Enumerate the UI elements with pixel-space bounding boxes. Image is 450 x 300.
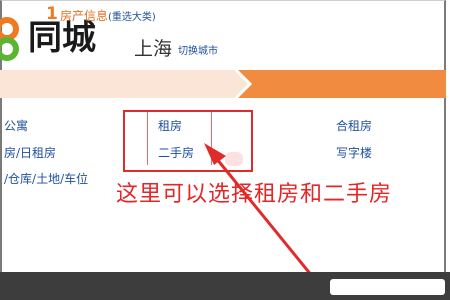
category-daily-rent[interactable]: 房/日租房	[4, 144, 56, 161]
bottom-bar-input[interactable]	[330, 279, 445, 295]
annotation-smudge	[225, 152, 243, 166]
reselect-category-link[interactable]: (重选大类)	[108, 12, 156, 23]
logo-icon	[0, 17, 19, 61]
category-shared-rent[interactable]: 合租房	[336, 117, 372, 134]
category-rent[interactable]: 租房	[158, 117, 182, 134]
category-second-hand[interactable]: 二手房	[158, 144, 194, 161]
logo-text: 同城	[28, 18, 96, 58]
step1-number: 1	[46, 4, 58, 24]
step2-background	[236, 70, 446, 98]
switch-city-link[interactable]: 切换城市	[178, 42, 218, 57]
step2-number: 2	[356, 4, 368, 24]
step1-background	[0, 70, 236, 98]
step1-label: 房产信息	[60, 9, 109, 23]
step2-label: 选择小类	[372, 9, 421, 23]
category-office[interactable]: 写字楼	[336, 144, 372, 161]
step1-link[interactable]: 房产信息(重选大类)	[60, 7, 156, 24]
current-city: 上海	[134, 38, 173, 60]
step-progress-bar	[0, 70, 446, 98]
category-warehouse[interactable]: /仓库/土地/车位	[4, 170, 88, 187]
annotation-text: 这里可以选择租房和二手房	[116, 182, 393, 207]
category-apartment[interactable]: 公寓	[4, 117, 28, 134]
step-arrow-icon	[222, 70, 253, 98]
